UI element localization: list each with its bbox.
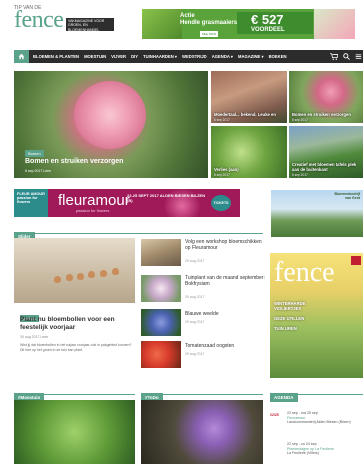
featured-main-meta: 6 sep 2017 Leen (25, 169, 52, 173)
bulb-shape (54, 276, 61, 283)
nav-item-agenda[interactable]: AGENDA ▾ (212, 50, 233, 63)
ad-price-value: € 527 (251, 12, 284, 27)
slider-post-meta: 30 aug 2017 Leen (20, 335, 49, 339)
magazine-cover-lines: WINTERHARDE VIOLIERTJES GEZE UTILLEN TUI… (274, 301, 306, 331)
cart-icon[interactable] (330, 53, 338, 60)
nav-item-bloemen-planten[interactable]: BLOEMEN & PLANTEN (33, 50, 79, 63)
bulb-shape (88, 271, 95, 278)
featured-main-title[interactable]: Bomen en struiken verzorgen (25, 158, 123, 165)
bulb-shape (100, 270, 107, 277)
nav-item-wedstrijd[interactable]: WEDSTRIJD (182, 50, 207, 63)
nav-item-diy[interactable]: DIY (131, 50, 138, 63)
side-advertisement[interactable]: Bloemenbedrijf van Gent (271, 190, 363, 237)
banner-subtitle: passion for flowers (76, 208, 110, 213)
agenda-place: La Feullerie (Villers) (287, 451, 319, 455)
list-item-meta: 29 aug 2017 (185, 259, 205, 263)
main-navigation: BLOEMEN & PLANTEN MOESTUIN VIJVER DIY TU… (14, 50, 363, 63)
list-item[interactable]: Volg een workshop bloemschikken op Fleur… (141, 239, 266, 267)
list-item-title[interactable]: Tuinplant van de maand september: Bokfry… (185, 275, 265, 287)
slider-post-excerpt: Wist jij dat bloembollen in het najaar v… (20, 343, 132, 352)
featured-small-meta: 6 sep 2017 (214, 118, 230, 122)
menu-icon[interactable] (355, 53, 362, 60)
nav-item-magazine[interactable]: MAGAZINE ▾ (238, 50, 264, 63)
list-item-thumbnail (141, 309, 181, 336)
ad-image-right (314, 9, 355, 39)
todo-post-image[interactable] (141, 400, 263, 464)
section-header-slider: Slider (14, 225, 263, 241)
section-header-todo: #ToDo (141, 386, 263, 402)
home-icon (18, 53, 25, 60)
banner-logo: FLEUR AMOUR passion for flowers (14, 189, 48, 217)
agenda-date: 22/25 (270, 413, 279, 417)
list-item-title[interactable]: Tomatenzaad oogsten (185, 343, 265, 349)
rose-image (74, 81, 146, 149)
list-item-meta: 29 aug 2017 (185, 320, 205, 324)
list-item-thumbnail (141, 239, 181, 266)
fleuramour-banner[interactable]: FLEUR AMOUR passion for flowers fleuramo… (14, 189, 240, 217)
magazine-name: fence (274, 257, 335, 288)
ad-text: Actie Hendle grasmaaiers (180, 13, 238, 26)
magazine-corner-badge (351, 256, 361, 265)
agenda-place: Landcommanderij Alden Biesen (Bilzen) (287, 420, 351, 424)
list-item-thumbnail (141, 341, 181, 368)
agenda-text: 22 sep - zo 24 sep Plantendagen op La Fe… (287, 442, 361, 456)
moestuin-post-image[interactable] (14, 400, 135, 464)
agenda-text: 22 sep - ma 25 sep Fleuramour Landcomman… (287, 411, 361, 425)
ad-image-left (142, 9, 182, 39)
banner-tickets-button[interactable]: TICKETS (211, 195, 231, 211)
side-ad-text: Bloemenbedrijf van Gent (334, 192, 360, 200)
section-header-agenda: AGENDA (270, 386, 363, 402)
nav-item-vijver[interactable]: VIJVER (111, 50, 126, 63)
ad-price: € 527 VOORDEEL (237, 12, 313, 34)
ad-price-sub: VOORDEEL (251, 27, 285, 33)
section-header-moestuin: #Moestuin (14, 386, 135, 402)
banner-brand: fleuramour (58, 192, 130, 209)
nav-item-moestuin[interactable]: MOESTUIN (84, 50, 106, 63)
agenda-list: 22/25 22 sep - ma 25 sep Fleuramour Land… (270, 397, 363, 465)
list-item-title[interactable]: Volg een workshop bloemschikken op Fleur… (185, 239, 265, 251)
bulb-shape (112, 268, 119, 275)
slider-post-title[interactable]: Plant nu bloembollen voor een feestelijk… (20, 316, 135, 332)
list-item-title[interactable]: Blauwe weelde (185, 311, 265, 317)
list-item[interactable]: Tomatenzaad oogsten 29 aug 2017 (141, 341, 266, 369)
list-item-meta: 29 aug 2017 (185, 352, 205, 356)
featured-small-meta: 6 sep 2017 (292, 173, 308, 177)
nav-item-tuinhaarden[interactable]: TUINHAARDEN ▾ (143, 50, 177, 63)
category-badge[interactable]: Bomen (25, 150, 44, 157)
nav-item-boeken[interactable]: BOEKEN (269, 50, 287, 63)
ad-tag: SEE NOW (200, 31, 218, 37)
featured-small-post-2[interactable]: Bomen en struiken verzorgen 6 sep 2017 (289, 71, 363, 123)
featured-small-caption[interactable]: Moedertaal... bekend. Leuke en (214, 112, 284, 117)
featured-small-post-4[interactable]: Creatief met bloemen tafels plek aan de … (289, 126, 363, 178)
featured-small-post-1[interactable]: Moedertaal... bekend. Leuke en 6 sep 201… (211, 71, 287, 123)
list-item-meta: 29 aug 2017 (185, 295, 205, 299)
home-button[interactable] (14, 50, 29, 63)
slider-post-image[interactable] (14, 238, 135, 303)
top-advertisement[interactable]: Actie Hendle grasmaaiers € 527 VOORDEEL … (142, 9, 355, 39)
site-tagline: VAKMAGAZINE VOOR GROEN- EN BLOEMENHANDEL (66, 18, 114, 32)
magazine-cover[interactable]: fence WINTERHARDE VIOLIERTJES GEZE UTILL… (270, 253, 363, 378)
featured-small-caption[interactable]: Creatief met bloemen tafels plek aan de … (292, 162, 362, 172)
featured-small-meta: 6 sep 2017 (214, 173, 230, 177)
list-item[interactable]: Blauwe weelde 29 aug 2017 (141, 309, 266, 337)
nav-items: BLOEMEN & PLANTEN MOESTUIN VIJVER DIY TU… (33, 50, 287, 63)
bulb-shape (66, 274, 73, 281)
featured-small-caption[interactable]: Verlies (aan) (214, 167, 284, 172)
list-item[interactable]: Tuinplant van de maand september: Bokfry… (141, 275, 266, 303)
featured-small-caption[interactable]: Bomen en struiken verzorgen (292, 112, 362, 117)
featured-main-post[interactable]: Bomen Bomen en struiken verzorgen 6 sep … (14, 71, 208, 178)
banner-event-text: 22-25 SEPT 2017 ALDEN BIESEN BILZEN (B) (127, 193, 206, 203)
search-icon[interactable] (343, 53, 350, 60)
list-item-thumbnail (141, 275, 181, 302)
bulb-shape (77, 273, 84, 280)
featured-small-post-3[interactable]: Verlies (aan) 6 sep 2017 (211, 126, 287, 178)
site-logo[interactable]: fence (14, 7, 64, 33)
featured-small-meta: 6 sep 2017 (292, 118, 308, 122)
